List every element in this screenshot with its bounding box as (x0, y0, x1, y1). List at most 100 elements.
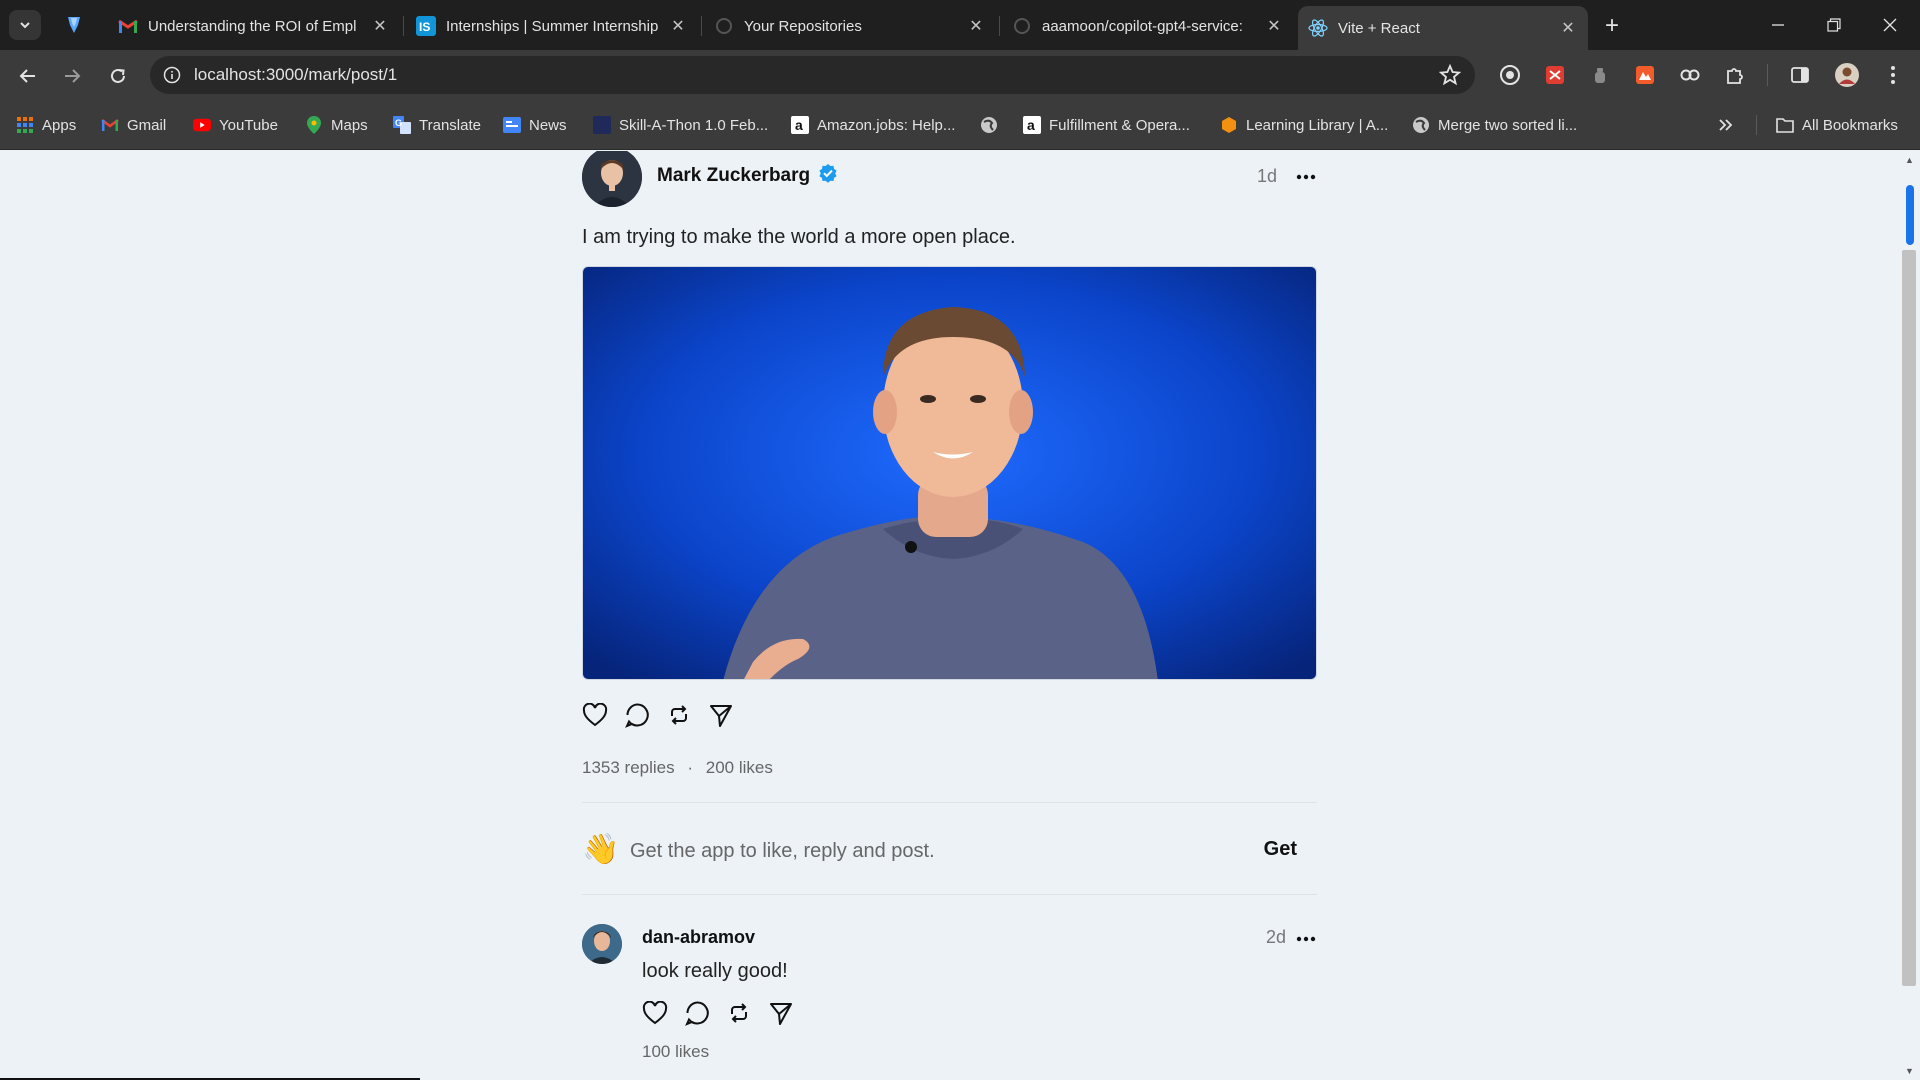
tab-5-active[interactable]: Vite + React ✕ (1298, 6, 1588, 50)
close-window-button[interactable] (1862, 0, 1918, 50)
youtube-icon (193, 116, 211, 134)
post-more-options-icon[interactable] (1294, 165, 1318, 189)
bookmark-label: Learning Library | A... (1246, 116, 1389, 134)
reply-avatar[interactable] (582, 924, 622, 964)
bookmark-youtube[interactable]: YouTube (193, 113, 278, 137)
bookmark-maps[interactable]: Maps (305, 113, 368, 137)
all-bookmarks-button[interactable]: All Bookmarks (1776, 113, 1898, 137)
bookmark-label: Amazon.jobs: Help... (817, 116, 956, 134)
maps-icon (305, 116, 323, 134)
comment-bubble-icon[interactable] (624, 702, 650, 728)
tab-2[interactable]: IS Internships | Summer Internship ✕ (406, 6, 698, 46)
side-panel-icon[interactable] (1787, 62, 1813, 88)
browser-toolbar: localhost:3000/mark/post/1 (0, 50, 1920, 100)
tab-title: Internships | Summer Internship (446, 17, 659, 35)
bookmark-label: Apps (42, 116, 77, 134)
restore-icon (1827, 18, 1841, 32)
extension-orange-icon[interactable] (1632, 62, 1658, 88)
toolbar-divider (1767, 64, 1768, 86)
author-avatar[interactable] (582, 151, 642, 207)
likes-count[interactable]: 200 likes (706, 758, 773, 777)
scroll-down-arrow-icon[interactable]: ▼ (1905, 1066, 1914, 1076)
replies-count[interactable]: 1353 replies (582, 758, 675, 777)
gmail-icon (118, 16, 138, 36)
amazon-icon: a (791, 116, 809, 134)
share-send-icon[interactable] (708, 702, 734, 728)
close-tab-icon[interactable]: ✕ (1558, 18, 1578, 38)
close-tab-icon[interactable]: ✕ (1264, 16, 1284, 36)
tab-4[interactable]: aaamoon/copilot-gpt4-service: ✕ (1002, 6, 1294, 46)
share-send-icon[interactable] (768, 1000, 794, 1026)
bookmark-star-icon[interactable] (1438, 63, 1462, 91)
address-bar[interactable]: localhost:3000/mark/post/1 (150, 56, 1475, 94)
minimize-button[interactable] (1750, 0, 1806, 50)
bookmark-label: News (529, 116, 567, 134)
forward-button[interactable] (56, 60, 88, 92)
repost-icon[interactable] (666, 702, 692, 728)
like-heart-icon[interactable] (642, 1000, 668, 1026)
comment-bubble-icon[interactable] (684, 1000, 710, 1026)
bookmark-learning-library[interactable]: Learning Library | A... (1220, 113, 1388, 137)
pinned-tab[interactable] (60, 12, 88, 38)
tab-title: Vite + React (1338, 19, 1420, 37)
minimize-icon (1772, 24, 1784, 26)
bookmark-translate[interactable]: G Translate (393, 113, 481, 137)
bookmark-news[interactable]: News (503, 113, 567, 137)
post-stats: 1353 replies · 200 likes (582, 758, 773, 778)
bookmark-gmail[interactable]: Gmail (101, 113, 166, 137)
tab-title: Your Repositories (744, 17, 862, 35)
get-app-button[interactable]: Get (1264, 838, 1297, 861)
post-image[interactable] (582, 266, 1317, 680)
extension-glasses-icon[interactable] (1677, 62, 1703, 88)
page-scrollbar[interactable]: ▲ ▼ (1898, 151, 1920, 1080)
reload-button[interactable] (102, 60, 134, 92)
close-tab-icon[interactable]: ✕ (668, 16, 688, 36)
post-author-name[interactable]: Mark Zuckerbarg (657, 165, 810, 187)
get-app-banner: 👋 Get the app to like, reply and post. G… (582, 826, 1317, 876)
bookmark-fulfillment[interactable]: a Fulfillment & Opera... (1023, 113, 1190, 137)
new-tab-button[interactable]: + (1598, 12, 1626, 40)
like-heart-icon[interactable] (582, 702, 608, 728)
close-tab-icon[interactable]: ✕ (370, 16, 390, 36)
close-tab-icon[interactable]: ✕ (966, 16, 986, 36)
apps-grid-icon (16, 116, 34, 134)
bookmarks-overflow-button[interactable] (1718, 113, 1734, 137)
bookmark-label: Merge two sorted li... (1438, 116, 1578, 134)
aws-icon (1220, 116, 1238, 134)
folder-icon (1776, 116, 1794, 134)
reply-timestamp: 2d (1266, 927, 1287, 947)
bookmark-skillathon[interactable]: Skill-A-Thon 1.0 Feb... (593, 113, 768, 137)
bookmarks-divider (1756, 115, 1757, 135)
github-icon (714, 16, 734, 36)
site-info-icon[interactable] (150, 56, 194, 94)
extension-target-icon[interactable] (1497, 62, 1523, 88)
bookmark-label: YouTube (219, 116, 278, 134)
tab-1[interactable]: Understanding the ROI of Empl ✕ (108, 6, 400, 46)
repost-icon[interactable] (726, 1000, 752, 1026)
restore-button[interactable] (1806, 0, 1862, 50)
reply-username[interactable]: dan-abramov (642, 927, 755, 948)
extension-bottle-icon[interactable] (1587, 62, 1613, 88)
bookmark-label: Translate (419, 116, 481, 134)
post-actions (582, 702, 734, 728)
profile-avatar[interactable] (1833, 61, 1861, 89)
tab-3[interactable]: Your Repositories ✕ (704, 6, 996, 46)
internshala-icon: IS (416, 16, 436, 36)
bookmark-merge-sorted[interactable]: Merge two sorted li... (1412, 113, 1577, 137)
bookmark-label: Skill-A-Thon 1.0 Feb... (619, 116, 769, 134)
menu-kebab-icon[interactable] (1880, 62, 1906, 88)
scrollbar-thumb[interactable] (1902, 250, 1916, 986)
scroll-up-arrow-icon[interactable]: ▲ (1905, 155, 1914, 165)
extension-red-icon[interactable] (1542, 62, 1568, 88)
tab-title: aaamoon/copilot-gpt4-service: (1042, 17, 1243, 35)
back-button[interactable] (12, 60, 44, 92)
tab-divider (403, 16, 404, 36)
bookmark-apps[interactable]: Apps (16, 113, 76, 137)
bookmark-amazon-jobs[interactable]: a Amazon.jobs: Help... (791, 113, 955, 137)
extensions-puzzle-icon[interactable] (1722, 62, 1748, 88)
bookmark-globe[interactable] (980, 113, 1006, 137)
reply-more-options-icon[interactable] (1294, 927, 1318, 951)
url-text[interactable]: localhost:3000/mark/post/1 (194, 65, 397, 85)
reply-likes-count[interactable]: 100 likes (642, 1042, 709, 1062)
tab-search-button[interactable] (9, 10, 41, 40)
